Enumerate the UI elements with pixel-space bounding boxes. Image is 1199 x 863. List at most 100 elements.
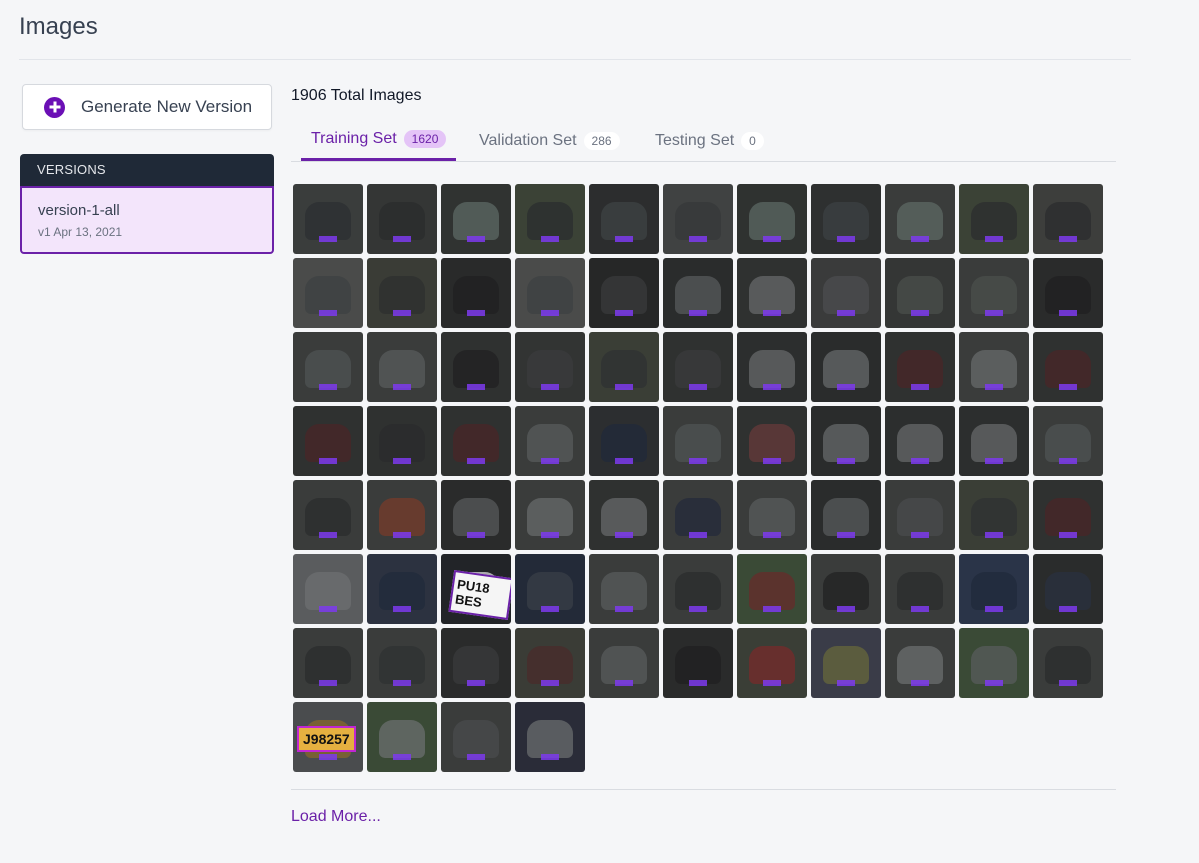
image-thumbnail[interactable]	[367, 332, 437, 402]
image-thumbnail[interactable]	[959, 628, 1029, 698]
image-thumbnail[interactable]	[737, 628, 807, 698]
image-thumbnail[interactable]	[515, 184, 585, 254]
image-thumbnail[interactable]	[293, 406, 363, 476]
image-thumbnail[interactable]	[589, 332, 659, 402]
image-thumbnail[interactable]	[663, 258, 733, 328]
tab-testing-set[interactable]: Testing Set 0	[645, 120, 774, 161]
image-thumbnail[interactable]	[441, 480, 511, 550]
image-thumbnail[interactable]	[959, 406, 1029, 476]
image-thumbnail[interactable]	[589, 480, 659, 550]
generate-new-version-button[interactable]: Generate New Version	[22, 84, 272, 130]
image-thumbnail[interactable]	[663, 406, 733, 476]
image-thumbnail[interactable]	[885, 332, 955, 402]
image-thumbnail[interactable]	[811, 628, 881, 698]
image-thumbnail[interactable]	[589, 628, 659, 698]
image-thumbnail[interactable]	[515, 332, 585, 402]
grid-bottom-divider	[291, 789, 1116, 790]
image-thumbnail[interactable]	[959, 258, 1029, 328]
image-thumbnail[interactable]	[1033, 406, 1103, 476]
car-shape	[379, 276, 425, 314]
image-thumbnail[interactable]	[367, 702, 437, 772]
image-thumbnail[interactable]	[959, 480, 1029, 550]
image-thumbnail[interactable]: J98257	[293, 702, 363, 772]
image-thumbnail[interactable]	[885, 258, 955, 328]
image-thumbnail[interactable]	[367, 480, 437, 550]
image-thumbnail[interactable]	[737, 554, 807, 624]
image-thumbnail[interactable]	[1033, 628, 1103, 698]
image-thumbnail[interactable]	[515, 480, 585, 550]
image-thumbnail[interactable]	[1033, 258, 1103, 328]
license-plate-box	[837, 458, 855, 464]
image-thumbnail[interactable]	[811, 258, 881, 328]
image-thumbnail[interactable]	[885, 406, 955, 476]
image-thumbnail[interactable]	[589, 258, 659, 328]
image-thumbnail[interactable]	[515, 406, 585, 476]
image-thumbnail[interactable]	[367, 628, 437, 698]
license-plate-box	[689, 384, 707, 390]
image-thumbnail[interactable]	[737, 332, 807, 402]
image-thumbnail[interactable]	[441, 258, 511, 328]
image-thumbnail[interactable]	[1033, 332, 1103, 402]
image-thumbnail[interactable]	[811, 554, 881, 624]
version-item[interactable]: version-1-all v1 Apr 13, 2021	[20, 186, 274, 254]
image-thumbnail[interactable]	[1033, 480, 1103, 550]
image-thumbnail[interactable]	[441, 406, 511, 476]
car-shape	[305, 350, 351, 388]
image-thumbnail[interactable]	[737, 258, 807, 328]
image-thumbnail[interactable]	[885, 184, 955, 254]
image-thumbnail[interactable]	[515, 628, 585, 698]
car-shape	[897, 498, 943, 536]
image-thumbnail[interactable]: PU18 BES	[441, 554, 511, 624]
license-plate-box	[615, 680, 633, 686]
image-thumbnail[interactable]	[367, 554, 437, 624]
image-thumbnail[interactable]	[885, 554, 955, 624]
image-thumbnail[interactable]	[515, 702, 585, 772]
plus-circle-icon	[44, 96, 65, 118]
image-thumbnail[interactable]	[737, 406, 807, 476]
image-thumbnail[interactable]	[959, 184, 1029, 254]
image-thumbnail[interactable]	[885, 628, 955, 698]
image-thumbnail[interactable]	[367, 258, 437, 328]
image-thumbnail[interactable]	[811, 406, 881, 476]
image-thumbnail[interactable]	[293, 258, 363, 328]
image-thumbnail[interactable]	[293, 332, 363, 402]
image-thumbnail[interactable]	[663, 628, 733, 698]
image-thumbnail[interactable]	[293, 554, 363, 624]
image-thumbnail[interactable]	[441, 628, 511, 698]
image-thumbnail[interactable]	[663, 184, 733, 254]
image-thumbnail[interactable]	[589, 184, 659, 254]
load-more-link[interactable]: Load More...	[291, 808, 381, 826]
image-thumbnail[interactable]	[663, 332, 733, 402]
image-thumbnail[interactable]	[737, 184, 807, 254]
image-thumbnail[interactable]	[367, 406, 437, 476]
tab-validation-set[interactable]: Validation Set 286	[469, 120, 630, 161]
image-thumbnail[interactable]	[441, 332, 511, 402]
car-shape	[971, 350, 1017, 388]
versions-header: VERSIONS	[20, 154, 274, 186]
image-thumbnail[interactable]	[441, 702, 511, 772]
image-thumbnail[interactable]	[811, 332, 881, 402]
tab-training-set[interactable]: Training Set 1620	[301, 120, 457, 161]
license-plate-box	[615, 606, 633, 612]
image-thumbnail[interactable]	[959, 332, 1029, 402]
image-thumbnail[interactable]	[589, 406, 659, 476]
image-thumbnail[interactable]	[811, 184, 881, 254]
image-thumbnail[interactable]	[293, 480, 363, 550]
image-thumbnail[interactable]	[1033, 184, 1103, 254]
image-thumbnail[interactable]	[663, 480, 733, 550]
image-thumbnail[interactable]	[441, 184, 511, 254]
image-thumbnail[interactable]	[515, 554, 585, 624]
image-thumbnail[interactable]	[1033, 554, 1103, 624]
image-thumbnail[interactable]	[663, 554, 733, 624]
image-thumbnail[interactable]	[293, 628, 363, 698]
image-thumbnail[interactable]	[589, 554, 659, 624]
image-thumbnail[interactable]	[515, 258, 585, 328]
image-thumbnail[interactable]	[737, 480, 807, 550]
license-plate-box	[319, 310, 337, 316]
image-thumbnail[interactable]	[293, 184, 363, 254]
image-thumbnail[interactable]	[959, 554, 1029, 624]
car-shape	[675, 424, 721, 462]
image-thumbnail[interactable]	[811, 480, 881, 550]
image-thumbnail[interactable]	[885, 480, 955, 550]
image-thumbnail[interactable]	[367, 184, 437, 254]
